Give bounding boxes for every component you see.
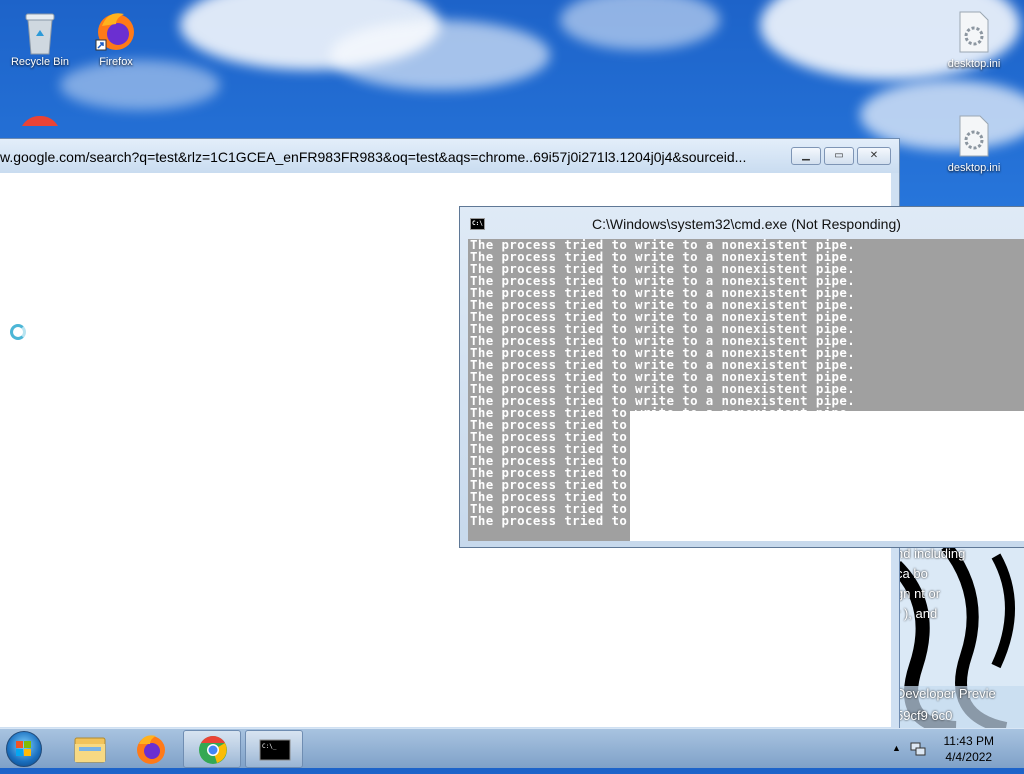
- windows-logo-icon: [16, 741, 31, 756]
- maximize-button[interactable]: ▭: [824, 147, 854, 165]
- cmd-window[interactable]: C:\ C:\Windows\system32\cmd.exe (Not Res…: [459, 206, 1024, 548]
- firefox-desktop-icon[interactable]: Firefox: [78, 8, 154, 68]
- firefox-icon: [94, 8, 138, 52]
- chrome-icon: [199, 736, 227, 764]
- settings-file-icon: [952, 114, 996, 158]
- background-window-fragment: nd including ca bo gn nt or r ), and Dev…: [896, 546, 1024, 728]
- cmd-icon: C:\_: [259, 739, 291, 761]
- settings-file-icon: [952, 10, 996, 54]
- system-tray: ▲ 11:43 PM 4/4/2022: [884, 729, 1024, 769]
- unpainted-region: [630, 411, 1024, 541]
- clock-date: 4/4/2022: [945, 750, 993, 764]
- minimize-button[interactable]: ▁: [791, 147, 821, 165]
- taskbar-cmd-button[interactable]: C:\_: [245, 730, 303, 768]
- cmd-icon: C:\: [470, 218, 485, 230]
- desktop-ini-file-icon-1[interactable]: desktop.ini: [936, 10, 1012, 70]
- title-bar[interactable]: C:\ C:\Windows\system32\cmd.exe (Not Res…: [460, 207, 1024, 239]
- taskbar-chrome-button[interactable]: [183, 730, 241, 768]
- trash-icon: [18, 8, 62, 55]
- window-title: w.google.com/search?q=test&rlz=1C1GCEA_e…: [0, 149, 747, 165]
- title-bar[interactable]: w.google.com/search?q=test&rlz=1C1GCEA_e…: [0, 139, 899, 173]
- clock-time: 11:43 PM: [943, 734, 994, 748]
- desktop-ini-file-icon-2[interactable]: desktop.ini: [936, 114, 1012, 174]
- loading-spinner-icon: [10, 324, 26, 340]
- svg-text:C:\_: C:\_: [262, 743, 277, 750]
- clock[interactable]: 11:43 PM 4/4/2022: [944, 733, 994, 765]
- folder-icon: [74, 737, 106, 763]
- close-button[interactable]: ✕: [857, 147, 891, 165]
- start-button[interactable]: [6, 731, 42, 767]
- console-output[interactable]: The process tried to write to a nonexist…: [468, 239, 1024, 541]
- taskbar-firefox-button[interactable]: [122, 730, 180, 768]
- taskbar-explorer-button[interactable]: [61, 730, 119, 768]
- network-icon[interactable]: [910, 741, 926, 757]
- show-hidden-icons-icon[interactable]: ▲: [892, 743, 901, 753]
- firefox-icon: [137, 735, 165, 764]
- window-title: C:\Windows\system32\cmd.exe (Not Respond…: [592, 216, 901, 232]
- recycle-bin-icon[interactable]: Recycle Bin: [2, 8, 78, 68]
- taskbar: C:\_ ▲ 11:43 PM 4/4/2022: [0, 728, 1024, 768]
